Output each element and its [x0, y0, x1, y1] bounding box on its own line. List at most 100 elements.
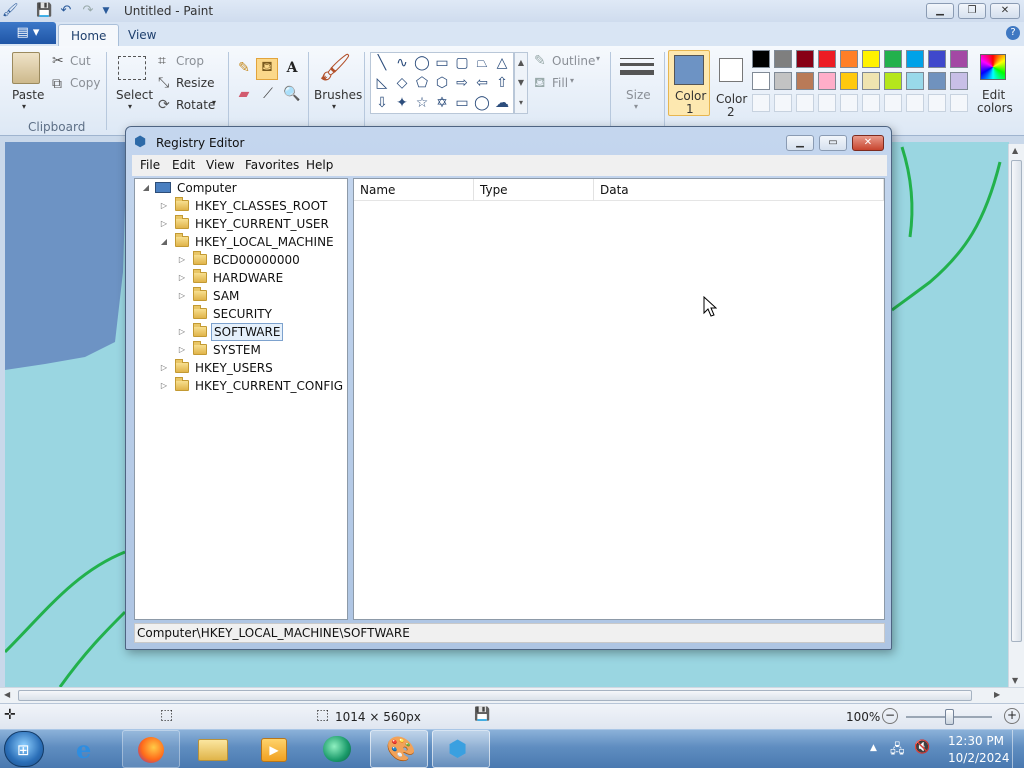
menu-favorites[interactable]: Favorites	[245, 158, 299, 172]
start-button[interactable]: ⊞	[4, 731, 44, 767]
tab-home[interactable]: Home	[58, 24, 120, 46]
triangle-shape-icon[interactable]: △	[493, 54, 511, 72]
text-tool-icon[interactable]: A	[282, 60, 302, 80]
column-header-type[interactable]: Type	[474, 179, 594, 201]
scroll-left-icon[interactable]: ◀	[4, 690, 10, 699]
collapse-arrow-icon[interactable]: ◢	[141, 179, 151, 197]
rotate-dropdown-icon[interactable]: ▾	[212, 98, 216, 107]
palette-empty-slot[interactable]	[928, 94, 946, 112]
palette-empty-slot[interactable]	[752, 94, 770, 112]
line-shape-icon[interactable]: ╲	[373, 54, 391, 72]
regedit-maximize-button[interactable]: ▭	[819, 135, 847, 151]
palette-swatch[interactable]	[862, 72, 880, 90]
expand-arrow-icon[interactable]: ▷	[159, 197, 169, 215]
save-icon[interactable]: 💾	[36, 3, 52, 19]
oval-shape-icon[interactable]: ◯	[413, 54, 431, 72]
regedit-minimize-button[interactable]: ▁	[786, 135, 814, 151]
expand-arrow-icon[interactable]: ▷	[159, 377, 169, 395]
select-button[interactable]: Select	[116, 88, 153, 102]
edit-colors-label-1[interactable]: Edit	[982, 88, 1005, 102]
scroll-up-icon[interactable]: ▲	[1012, 146, 1018, 155]
palette-empty-slot[interactable]	[840, 94, 858, 112]
paste-dropdown-icon[interactable]: ▾	[22, 102, 26, 111]
four-point-star-shape-icon[interactable]: ✦	[393, 94, 411, 112]
vertical-scrollbar[interactable]: ▲ ▼	[1008, 144, 1024, 687]
show-hidden-icons-button[interactable]: ▲	[870, 743, 877, 753]
palette-swatch[interactable]	[752, 50, 770, 68]
fill-button[interactable]: Fill	[552, 76, 568, 90]
zoom-slider-thumb[interactable]	[945, 709, 954, 725]
show-desktop-button[interactable]	[1012, 730, 1024, 768]
palette-empty-slot[interactable]	[862, 94, 880, 112]
palette-swatch[interactable]	[774, 72, 792, 90]
select-icon[interactable]	[118, 56, 146, 80]
zoom-out-button[interactable]: −	[882, 708, 898, 724]
maximize-button[interactable]: ❐	[958, 3, 986, 19]
palette-swatch[interactable]	[950, 50, 968, 68]
taskbar-media-player[interactable]: ▶	[246, 730, 304, 768]
down-arrow-shape-icon[interactable]: ⇩	[373, 94, 391, 112]
taskbar-media-app[interactable]	[308, 730, 366, 768]
six-point-star-shape-icon[interactable]: ✡	[433, 94, 451, 112]
rectangle-shape-icon[interactable]: ▭	[433, 54, 451, 72]
horizontal-scrollbar[interactable]: ◀ ▶	[0, 687, 1024, 703]
menu-view[interactable]: View	[206, 158, 234, 172]
clock-date[interactable]: 10/2/2024	[948, 751, 1010, 765]
vertical-scroll-thumb[interactable]	[1011, 160, 1022, 642]
quick-access-dropdown-icon[interactable]: ▼	[98, 3, 114, 19]
magnifier-icon[interactable]: 🔍	[282, 86, 302, 106]
network-icon[interactable]: 🖧	[890, 740, 905, 762]
diamond-shape-icon[interactable]: ◇	[393, 74, 411, 92]
horizontal-scroll-thumb[interactable]	[18, 690, 972, 701]
hexagon-shape-icon[interactable]: ⬡	[433, 74, 451, 92]
fill-bucket-icon[interactable]: ⛾	[256, 58, 278, 80]
shapes-scroll[interactable]: ▲ ▼ ▾	[514, 52, 528, 114]
palette-swatch[interactable]	[818, 50, 836, 68]
palette-swatch[interactable]	[796, 72, 814, 90]
palette-swatch[interactable]	[906, 50, 924, 68]
copy-button[interactable]: Copy	[70, 76, 100, 90]
paint-app-icon[interactable]: 🖌	[2, 3, 19, 19]
palette-swatch[interactable]	[928, 50, 946, 68]
undo-icon[interactable]: ↶	[58, 3, 74, 19]
collapse-arrow-icon[interactable]: ◢	[159, 233, 169, 251]
pencil-icon[interactable]: ✎	[234, 60, 254, 80]
registry-values-pane[interactable]: Name Type Data	[353, 178, 885, 620]
column-header-name[interactable]: Name	[354, 179, 474, 201]
expand-arrow-icon[interactable]: ▷	[177, 251, 187, 269]
select-dropdown-icon[interactable]: ▾	[128, 102, 132, 111]
eraser-icon[interactable]: ▰	[234, 86, 254, 106]
palette-empty-slot[interactable]	[774, 94, 792, 112]
menu-edit[interactable]: Edit	[172, 158, 195, 172]
paste-icon[interactable]	[12, 52, 40, 84]
size-dropdown-icon[interactable]: ▾	[634, 102, 638, 111]
outline-button[interactable]: Outline	[552, 54, 595, 68]
palette-swatch[interactable]	[862, 50, 880, 68]
menu-help[interactable]: Help	[306, 158, 333, 172]
resize-button[interactable]: Resize	[176, 76, 214, 90]
clock-time[interactable]: 12:30 PM	[948, 734, 1004, 748]
taskbar-file-explorer[interactable]	[184, 730, 242, 768]
five-point-star-shape-icon[interactable]: ☆	[413, 94, 431, 112]
brushes-icon[interactable]: 🖌	[318, 52, 352, 84]
size-lines-icon[interactable]	[620, 56, 654, 82]
fill-dropdown-icon[interactable]: ▾	[570, 76, 574, 85]
taskbar-paint[interactable]: 🎨	[370, 730, 428, 768]
redo-icon[interactable]: ↷	[80, 3, 96, 19]
color2-button[interactable]: Color 2	[716, 50, 747, 119]
palette-swatch[interactable]	[884, 50, 902, 68]
taskbar-firefox[interactable]	[122, 730, 180, 768]
edit-colors-label-2[interactable]: colors	[977, 101, 1013, 115]
cut-button[interactable]: Cut	[70, 54, 91, 68]
palette-empty-slot[interactable]	[818, 94, 836, 112]
scroll-down-icon[interactable]: ▼	[1012, 676, 1018, 685]
expand-arrow-icon[interactable]: ▷	[159, 359, 169, 377]
close-button[interactable]: ✕	[990, 3, 1020, 19]
palette-empty-slot[interactable]	[884, 94, 902, 112]
paste-button[interactable]: Paste	[12, 88, 44, 102]
file-menu-button[interactable]: ▤ ▾	[0, 22, 56, 44]
scroll-right-icon[interactable]: ▶	[994, 690, 1000, 699]
color1-button[interactable]: Color 1	[668, 50, 710, 116]
cloud-callout-shape-icon[interactable]: ☁	[493, 94, 511, 112]
palette-swatch[interactable]	[796, 50, 814, 68]
